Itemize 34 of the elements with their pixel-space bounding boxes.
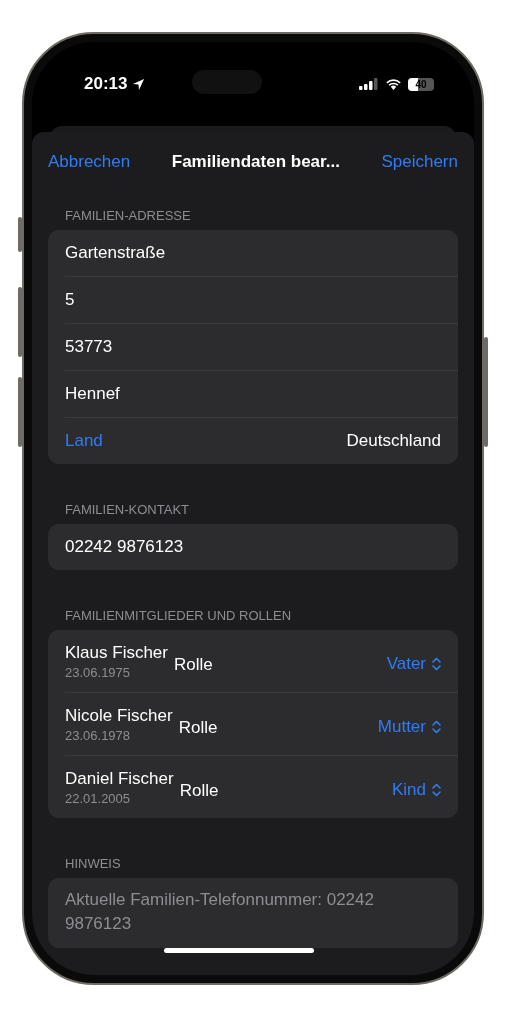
cancel-button[interactable]: Abbrechen <box>48 152 131 172</box>
role-picker[interactable]: Kind <box>391 780 441 800</box>
section-header: HINWEIS <box>64 855 122 873</box>
picker-label[interactable]: Land <box>65 431 103 451</box>
role-picker[interactable]: Mutter <box>377 717 441 737</box>
role-picker[interactable]: Vater <box>386 654 441 674</box>
chevron-up-down-icon <box>432 657 441 671</box>
member-birthdate: 22.01.2005 <box>65 790 132 806</box>
picker-value: Deutschland <box>346 431 441 451</box>
text-field[interactable]: Gartenstraße <box>65 243 166 263</box>
text-field[interactable]: 02242 9876123 <box>65 537 184 557</box>
role-label: Rolle <box>178 718 218 738</box>
signal-icon <box>359 78 379 90</box>
text-field[interactable]: 5 <box>65 290 75 310</box>
member-name: Klaus Fischer <box>65 642 168 663</box>
text-field[interactable]: 53773 <box>65 337 113 357</box>
save-button[interactable]: Speichern <box>381 152 458 172</box>
section-header: FAMILIEN-KONTAKT <box>64 501 190 519</box>
location-arrow-icon <box>132 77 146 91</box>
wifi-icon <box>385 78 402 90</box>
chevron-up-down-icon <box>432 720 441 734</box>
role-label: Rolle <box>179 781 219 801</box>
status-time: 20:13 <box>84 74 128 94</box>
chevron-up-down-icon <box>432 783 441 797</box>
section-header: FAMILIENMITGLIEDER UND ROLLEN <box>64 607 293 625</box>
member-name: Daniel Fischer <box>65 768 174 789</box>
text-field[interactable]: Hennef <box>65 384 120 404</box>
role-label: Rolle <box>174 655 213 675</box>
sheet-title: Familiendaten bear... <box>171 152 340 172</box>
section-header: FAMILIEN-ADRESSE <box>64 207 192 225</box>
member-birthdate: 23.06.1975 <box>65 664 132 680</box>
hint-text: Aktuelle Familien-Telefonnummer: 02242 9876123 <box>65 889 375 935</box>
member-birthdate: 23.06.1978 <box>65 727 132 743</box>
member-name: Nicole Fischer <box>65 705 173 726</box>
